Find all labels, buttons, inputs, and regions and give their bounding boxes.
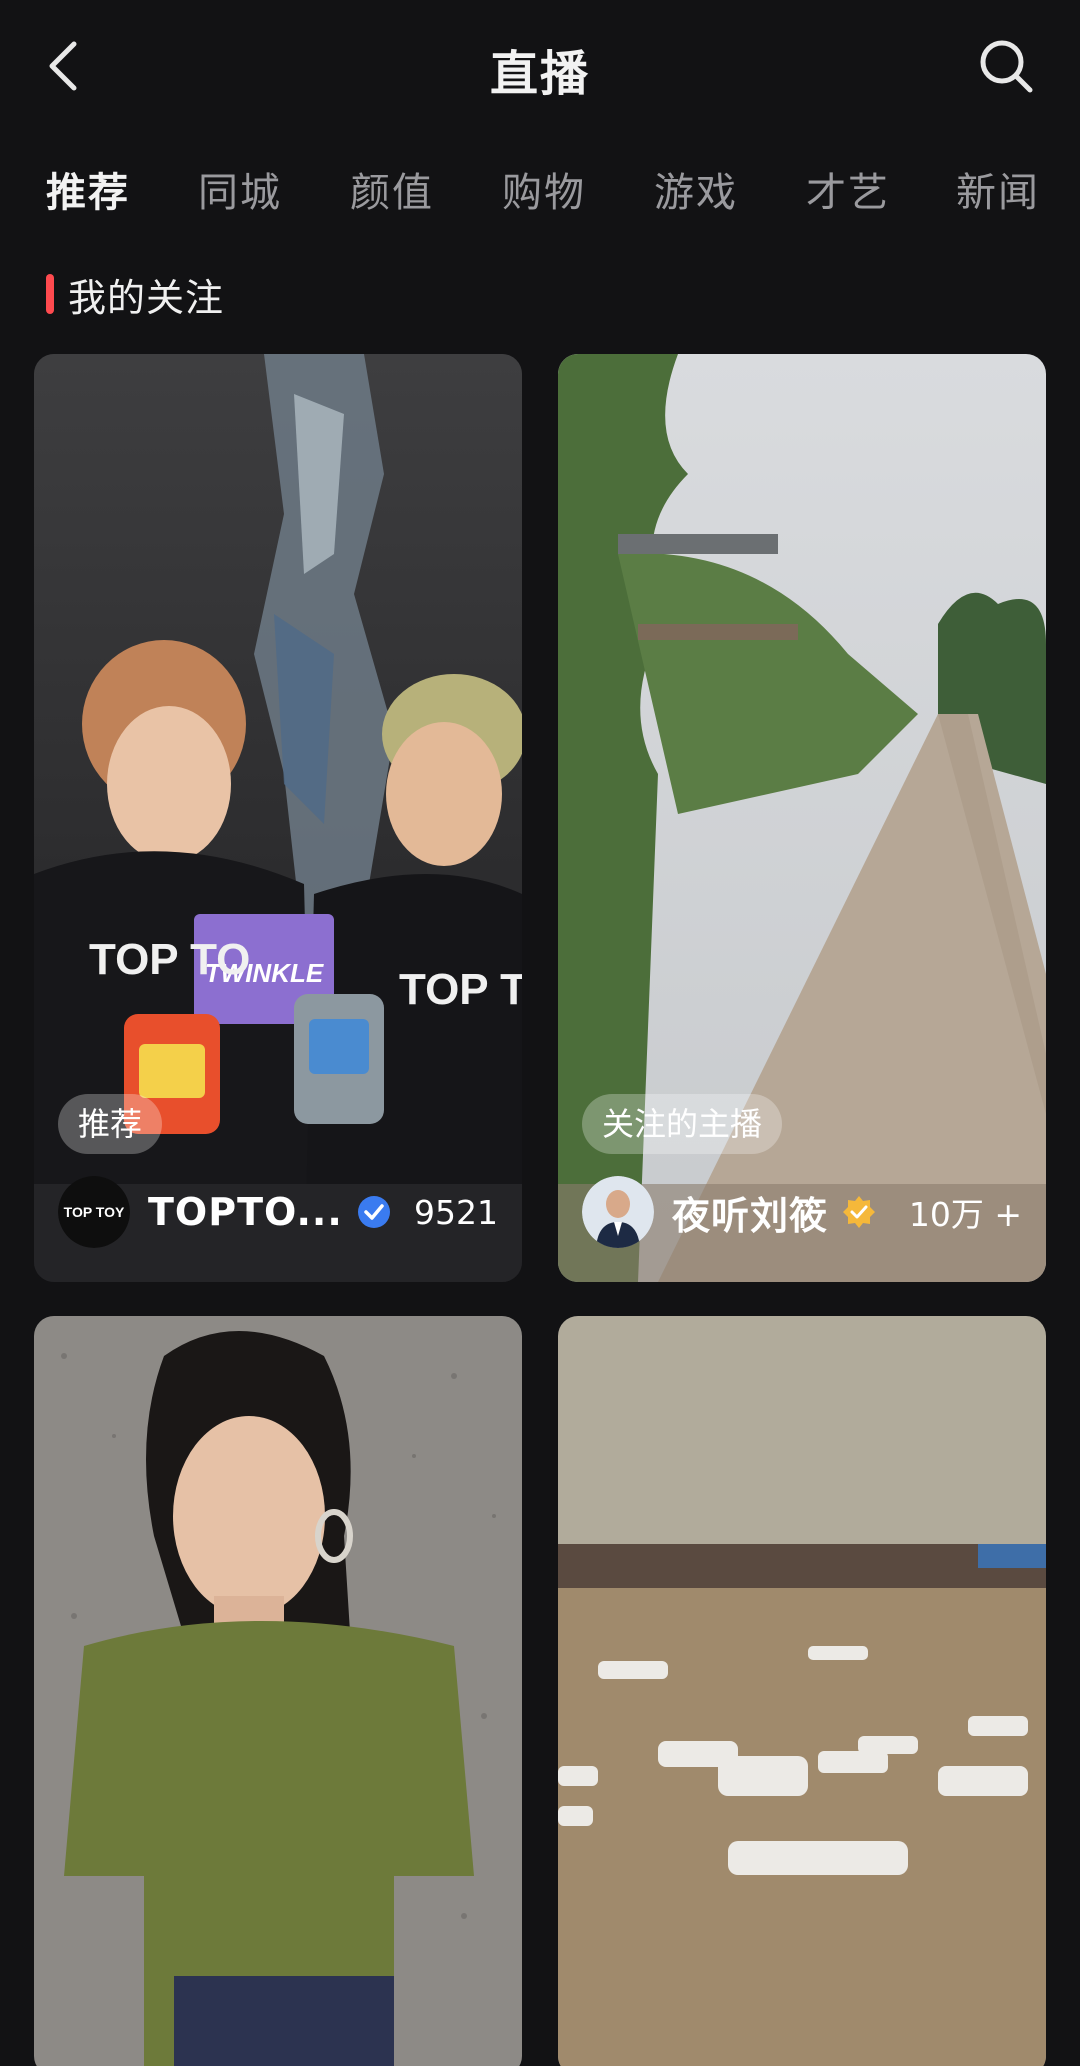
live-page: 直播 推荐 同城 颜值 购物 游戏 才艺 新闻 我的关注 TWINKLE TOP…	[0, 0, 1080, 2066]
verified-badge-icon	[843, 1196, 876, 1228]
live-card[interactable]	[558, 1316, 1046, 2066]
search-button[interactable]	[976, 36, 1036, 96]
card-tag: 推荐	[58, 1094, 163, 1154]
section-title: 我的关注	[68, 275, 225, 320]
streamer-info: TOP TOY TOPTO... 9521	[58, 1174, 498, 1250]
live-cover-image	[558, 1316, 1046, 2066]
viewer-count: 9521	[414, 1192, 498, 1232]
following-section-header: 我的关注	[46, 268, 224, 320]
live-card[interactable]: TWINKLE TOP TO TOP TO 推荐 TOP TOY TOPTO..…	[34, 354, 522, 1282]
verified-badge-icon	[357, 1196, 390, 1228]
streamer-info: 夜听刘筱 10万 +	[582, 1174, 1022, 1250]
avatar-logo-text: TOP TOY	[64, 1204, 125, 1220]
streamer-name: 夜听刘筱	[672, 1193, 829, 1238]
shirt-text-right: TOP TO	[399, 965, 522, 1014]
tab-local[interactable]: 同城	[198, 160, 282, 218]
category-tabs: 推荐 同城 颜值 购物 游戏 才艺 新闻	[0, 160, 1080, 230]
streamer-name: TOPTO...	[148, 1190, 343, 1234]
live-cover-image	[34, 1316, 522, 2066]
shirt-text-left: TOP TO	[89, 935, 250, 984]
top-bar: 直播	[0, 0, 1080, 130]
viewer-count: 10万 +	[908, 1195, 1022, 1234]
avatar[interactable]: TOP TOY	[58, 1176, 130, 1248]
tab-recommend[interactable]: 推荐	[46, 160, 130, 218]
section-accent-bar	[46, 274, 54, 314]
page-title: 直播	[489, 46, 590, 102]
tab-shopping[interactable]: 购物	[502, 160, 586, 218]
tab-news[interactable]: 新闻	[956, 160, 1040, 218]
search-icon	[980, 40, 1033, 93]
card-tag: 关注的主播	[582, 1094, 783, 1154]
avatar[interactable]	[582, 1176, 654, 1248]
tab-looks[interactable]: 颜值	[350, 160, 434, 218]
live-card[interactable]: 关注的主播 夜听刘筱 10万 +	[558, 354, 1046, 1282]
live-card[interactable]	[34, 1316, 522, 2066]
tab-games[interactable]: 游戏	[654, 160, 738, 218]
tab-talent[interactable]: 才艺	[806, 160, 890, 218]
